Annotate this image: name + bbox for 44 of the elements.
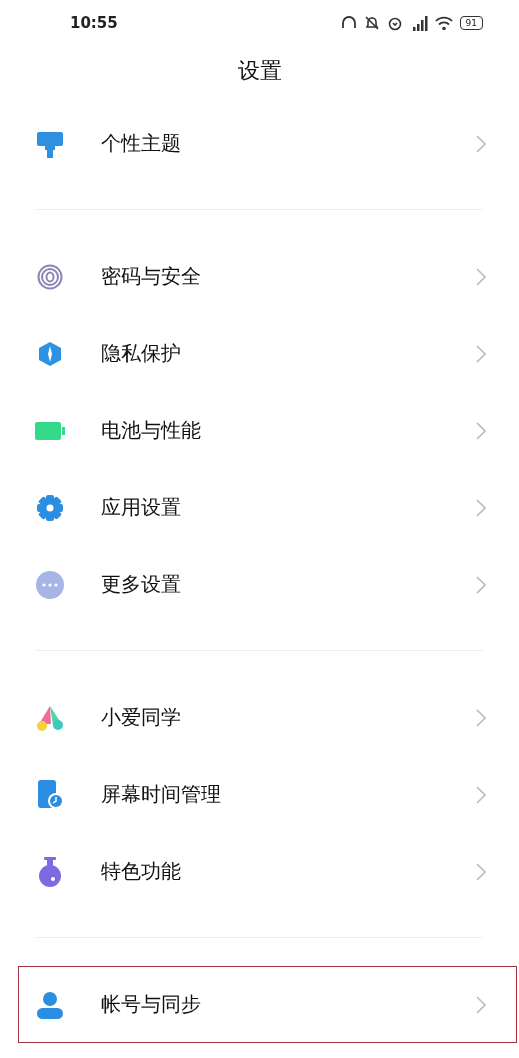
settings-row[interactable]: 更多设置	[18, 546, 517, 623]
settings-label: 特色功能	[101, 858, 182, 885]
page-title: 设置	[236, 57, 283, 85]
settings-label: 屏幕时间管理	[101, 781, 222, 808]
chevron-right-icon	[476, 134, 486, 153]
more-icon	[36, 570, 64, 599]
settings-row[interactable]: 屏幕时间管理	[18, 756, 517, 833]
settings-row[interactable]: 隐私保护	[18, 315, 517, 392]
settings-label: 电池与性能	[101, 417, 202, 444]
settings-row[interactable]: 密码与安全	[18, 238, 517, 315]
status-time: 10:55	[70, 14, 119, 32]
flask-icon	[37, 856, 63, 887]
chevron-right-icon	[476, 498, 486, 517]
settings-label: 小爱同学	[101, 704, 182, 731]
chevron-right-icon	[476, 421, 486, 440]
settings-row[interactable]: 电池与性能	[18, 392, 517, 469]
battery-level: 91	[459, 16, 483, 30]
screen-time-icon	[36, 779, 64, 810]
chevron-right-icon	[476, 785, 486, 804]
settings-row[interactable]: 应用设置	[18, 469, 517, 546]
chevron-right-icon	[476, 344, 486, 363]
chevron-right-icon	[476, 862, 486, 881]
settings-label: 个性主题	[101, 130, 182, 157]
shield-icon	[37, 340, 63, 367]
settings-label: 更多设置	[101, 571, 182, 598]
fingerprint-icon	[37, 263, 63, 290]
settings-row[interactable]: 个性主题	[18, 105, 517, 182]
paint-roller-icon	[37, 129, 63, 158]
chevron-right-icon	[476, 267, 486, 286]
settings-label: 隐私保护	[101, 340, 182, 367]
settings-label: 应用设置	[101, 494, 182, 521]
gear-icon	[36, 493, 64, 522]
person-icon	[36, 990, 64, 1019]
chevron-right-icon	[476, 708, 486, 727]
chevron-right-icon	[476, 575, 486, 594]
settings-label: 密码与安全	[101, 263, 202, 290]
battery-icon	[35, 421, 65, 440]
settings-row[interactable]: 小爱同学	[18, 679, 517, 756]
settings-row[interactable]: 特色功能	[18, 833, 517, 910]
bell-off-icon	[363, 15, 380, 31]
wifi-icon	[434, 15, 453, 31]
chevron-right-icon	[476, 995, 486, 1014]
settings-row[interactable]: 帐号与同步	[18, 966, 517, 1043]
settings-label: 帐号与同步	[101, 991, 202, 1018]
